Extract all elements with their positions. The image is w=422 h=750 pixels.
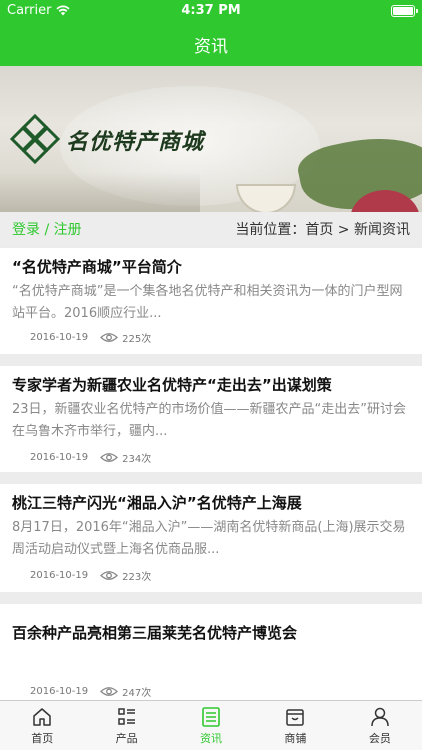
article-date: 2016-10-19 [30, 686, 89, 697]
banner-tea-cup [236, 184, 296, 212]
article-view-count: 223次 [122, 572, 152, 583]
page-title: 资讯 [194, 36, 228, 57]
tab-label: 会员 [368, 731, 391, 745]
login-links: 登录 / 注册 [12, 219, 82, 239]
news-icon [202, 706, 220, 727]
tab-news[interactable]: 资讯 [169, 701, 253, 750]
list-item[interactable]: 桃江三特产闪光“湘品入沪”名优特产上海展 8月17日，2016年“湘品入沪”——… [0, 484, 422, 592]
eye-icon [100, 687, 119, 696]
link-separator: / [40, 222, 54, 238]
article-meta: 2016-10-19 247次 [30, 684, 151, 699]
article-meta: 2016-10-19 234次 [30, 450, 151, 465]
battery-fill [393, 7, 413, 15]
eye-icon [100, 333, 119, 342]
article-title: 专家学者为新疆农业名优特产“走出去”出谋划策 [12, 376, 332, 394]
article-date: 2016-10-19 [30, 332, 89, 343]
tab-label: 首页 [31, 731, 54, 745]
article-view-count: 225次 [122, 334, 152, 345]
home-icon [33, 707, 51, 726]
list-item[interactable]: 专家学者为新疆农业名优特产“走出去”出谋划策 23日，新疆农业名优特产的市场价值… [0, 366, 422, 472]
article-title: 百余种产品亮相第三届莱芜名优特产博览会 [12, 624, 298, 642]
article-view-count: 234次 [122, 454, 152, 465]
banner-title: 名优特产商城 [66, 129, 205, 155]
article-date: 2016-10-19 [30, 452, 89, 463]
nav-bar: 资讯 [0, 22, 422, 66]
list-item[interactable]: 百余种产品亮相第三届莱芜名优特产博览会 2016-10-19 247次 [0, 604, 422, 700]
user-icon [371, 707, 389, 726]
article-title: 桃江三特产闪光“湘品入沪”名优特产上海展 [12, 494, 302, 512]
article-views: 223次 [100, 568, 151, 583]
eye-icon [100, 453, 119, 462]
article-views: 247次 [100, 684, 151, 699]
tab-label: 产品 [115, 731, 138, 745]
tab-bar: 首页 产品 资讯 商铺 会员 [0, 700, 422, 750]
tab-products[interactable]: 产品 [84, 701, 168, 750]
crumb-bar: 登录 / 注册 当前位置：首页 > 新闻资讯 [0, 212, 422, 246]
banner-mountain [0, 172, 200, 212]
article-view-count: 247次 [122, 688, 152, 699]
article-summary: 23日，新疆农业名优特产的市场价值——新疆农产品“走出去”研讨会在乌鲁木齐市举行… [12, 402, 407, 439]
article-date: 2016-10-19 [30, 570, 89, 581]
article-summary: “名优特产商城”是一个集各地名优特产和相关资讯为一体的门户型网站平台。2016顺… [12, 284, 403, 321]
battery-icon [391, 5, 418, 17]
article-meta: 2016-10-19 223次 [30, 568, 151, 583]
article-meta: 2016-10-19 225次 [30, 330, 151, 345]
list-icon [117, 707, 135, 725]
status-time: 4:37 PM [181, 3, 241, 18]
eye-icon [100, 571, 119, 580]
diamond-logo-icon [9, 113, 61, 165]
article-title: “名优特产商城”平台简介 [12, 258, 182, 276]
login-link[interactable]: 登录 [12, 222, 40, 238]
tab-label: 资讯 [200, 731, 223, 745]
tab-home[interactable]: 首页 [0, 701, 84, 750]
breadcrumb: 当前位置：首页 > 新闻资讯 [235, 222, 410, 238]
status-bar: Carrier 4:37 PM [0, 0, 422, 22]
tab-member[interactable]: 会员 [338, 701, 422, 750]
article-summary: 8月17日，2016年“湘品入沪”——湖南名优特新商品(上海)展示交易周活动启动… [12, 520, 406, 557]
article-views: 234次 [100, 450, 151, 465]
register-link[interactable]: 注册 [54, 222, 82, 238]
list-item[interactable]: “名优特产商城”平台简介 “名优特产商城”是一个集各地名优特产和相关资讯为一体的… [0, 248, 422, 354]
banner-image[interactable]: 名优特产商城 [0, 66, 422, 212]
store-icon [286, 708, 305, 726]
tab-label: 商铺 [284, 731, 307, 745]
tab-store[interactable]: 商铺 [253, 701, 337, 750]
article-views: 225次 [100, 330, 151, 345]
